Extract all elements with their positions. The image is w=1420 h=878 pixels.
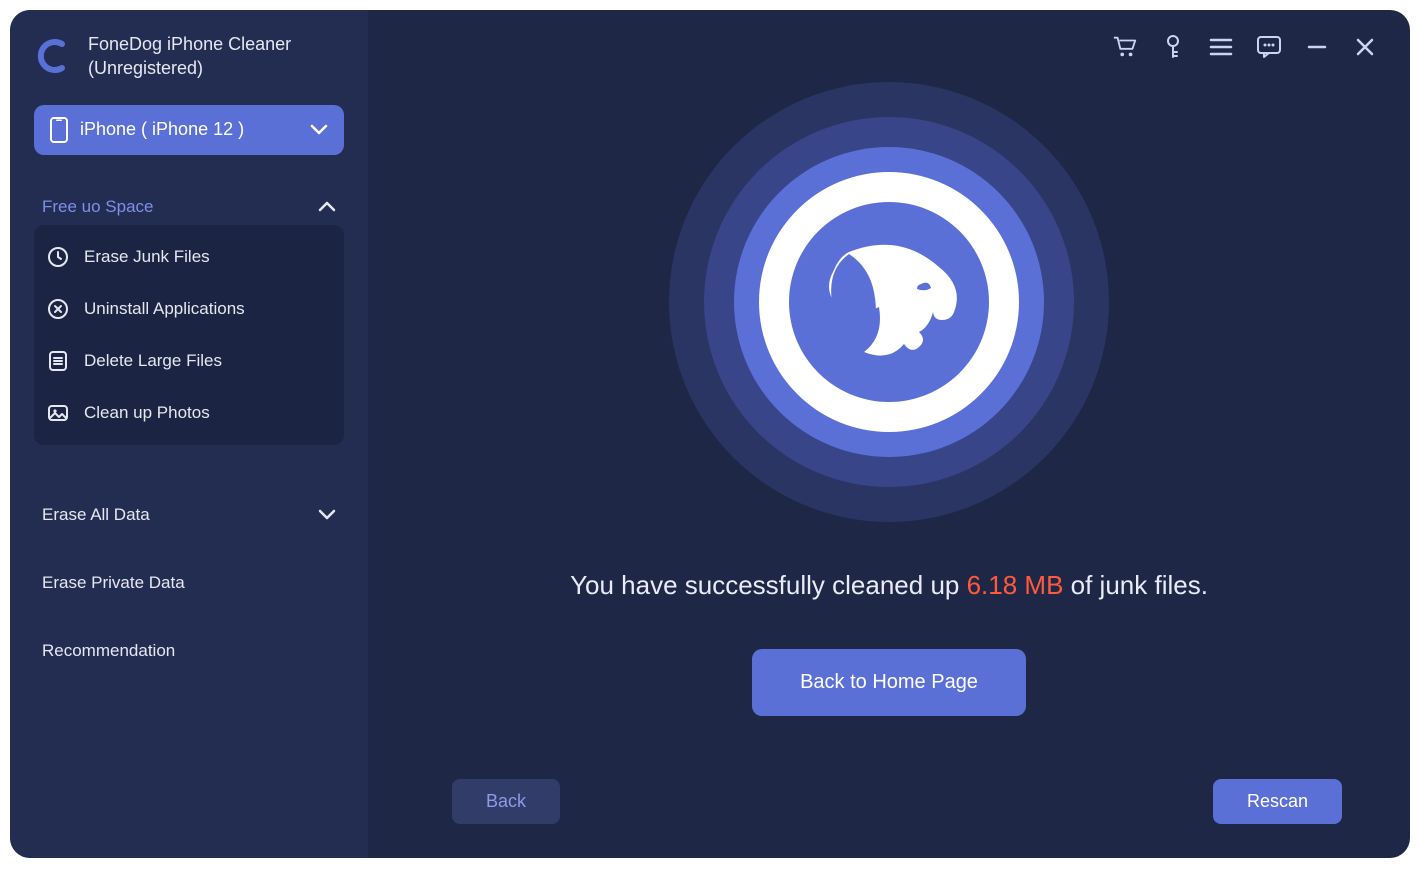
nav-header-free-space-label: Free uo Space [42,197,154,217]
brand-title-line2: (Unregistered) [88,56,291,80]
result-logo [669,82,1109,522]
nav-item-erase-all[interactable]: Erase All Data [34,481,344,549]
chevron-up-icon [318,201,336,213]
nav-item-label: Erase Private Data [42,573,185,593]
brand: FoneDog iPhone Cleaner (Unregistered) [34,32,344,81]
brand-title: FoneDog iPhone Cleaner (Unregistered) [88,32,291,81]
main-panel: You have successfully cleaned up 6.18 MB… [368,10,1410,858]
nav-header-free-space[interactable]: Free uo Space [34,183,344,231]
phone-icon [50,117,68,143]
uninstall-icon [46,297,70,321]
success-size: 6.18 MB [967,570,1064,600]
clock-icon [46,245,70,269]
nav-item-erase-junk[interactable]: Erase Junk Files [34,231,344,283]
nav-item-label: Uninstall Applications [84,299,245,319]
sidebar: FoneDog iPhone Cleaner (Unregistered) iP… [10,10,368,858]
nav-item-label: Delete Large Files [84,351,222,371]
nav-item-label: Recommendation [42,641,175,661]
photo-icon [46,401,70,425]
chevron-down-icon [318,509,336,521]
success-prefix: You have successfully cleaned up [570,570,967,600]
chevron-down-icon [310,124,328,136]
nav-item-label: Erase All Data [42,505,150,525]
nav-item-label: Clean up Photos [84,403,210,423]
back-home-button[interactable]: Back to Home Page [752,649,1026,716]
back-button[interactable]: Back [452,779,560,824]
nav-item-recommendation[interactable]: Recommendation [34,617,344,685]
nav-item-erase-private[interactable]: Erase Private Data [34,549,344,617]
nav-item-uninstall[interactable]: Uninstall Applications [34,283,344,335]
footer: Back Rescan [396,779,1382,830]
app-window: FoneDog iPhone Cleaner (Unregistered) iP… [10,10,1410,858]
brand-logo-icon [34,36,74,76]
nav-section-free-space: Free uo Space Erase Junk Files Uninstall [34,183,344,445]
file-list-icon [46,349,70,373]
nav-item-large-files[interactable]: Delete Large Files [34,335,344,387]
nav-section-body-free-space: Erase Junk Files Uninstall Applications … [34,225,344,445]
device-selector[interactable]: iPhone ( iPhone 12 ) [34,105,344,155]
nav-item-clean-photos[interactable]: Clean up Photos [34,387,344,439]
device-label: iPhone ( iPhone 12 ) [80,119,298,140]
result-panel: You have successfully cleaned up 6.18 MB… [396,28,1382,769]
rescan-button[interactable]: Rescan [1213,779,1342,824]
nav-item-label: Erase Junk Files [84,247,210,267]
brand-title-line1: FoneDog iPhone Cleaner [88,32,291,56]
success-suffix: of junk files. [1063,570,1208,600]
dog-icon [759,172,1019,432]
success-message: You have successfully cleaned up 6.18 MB… [570,570,1208,601]
